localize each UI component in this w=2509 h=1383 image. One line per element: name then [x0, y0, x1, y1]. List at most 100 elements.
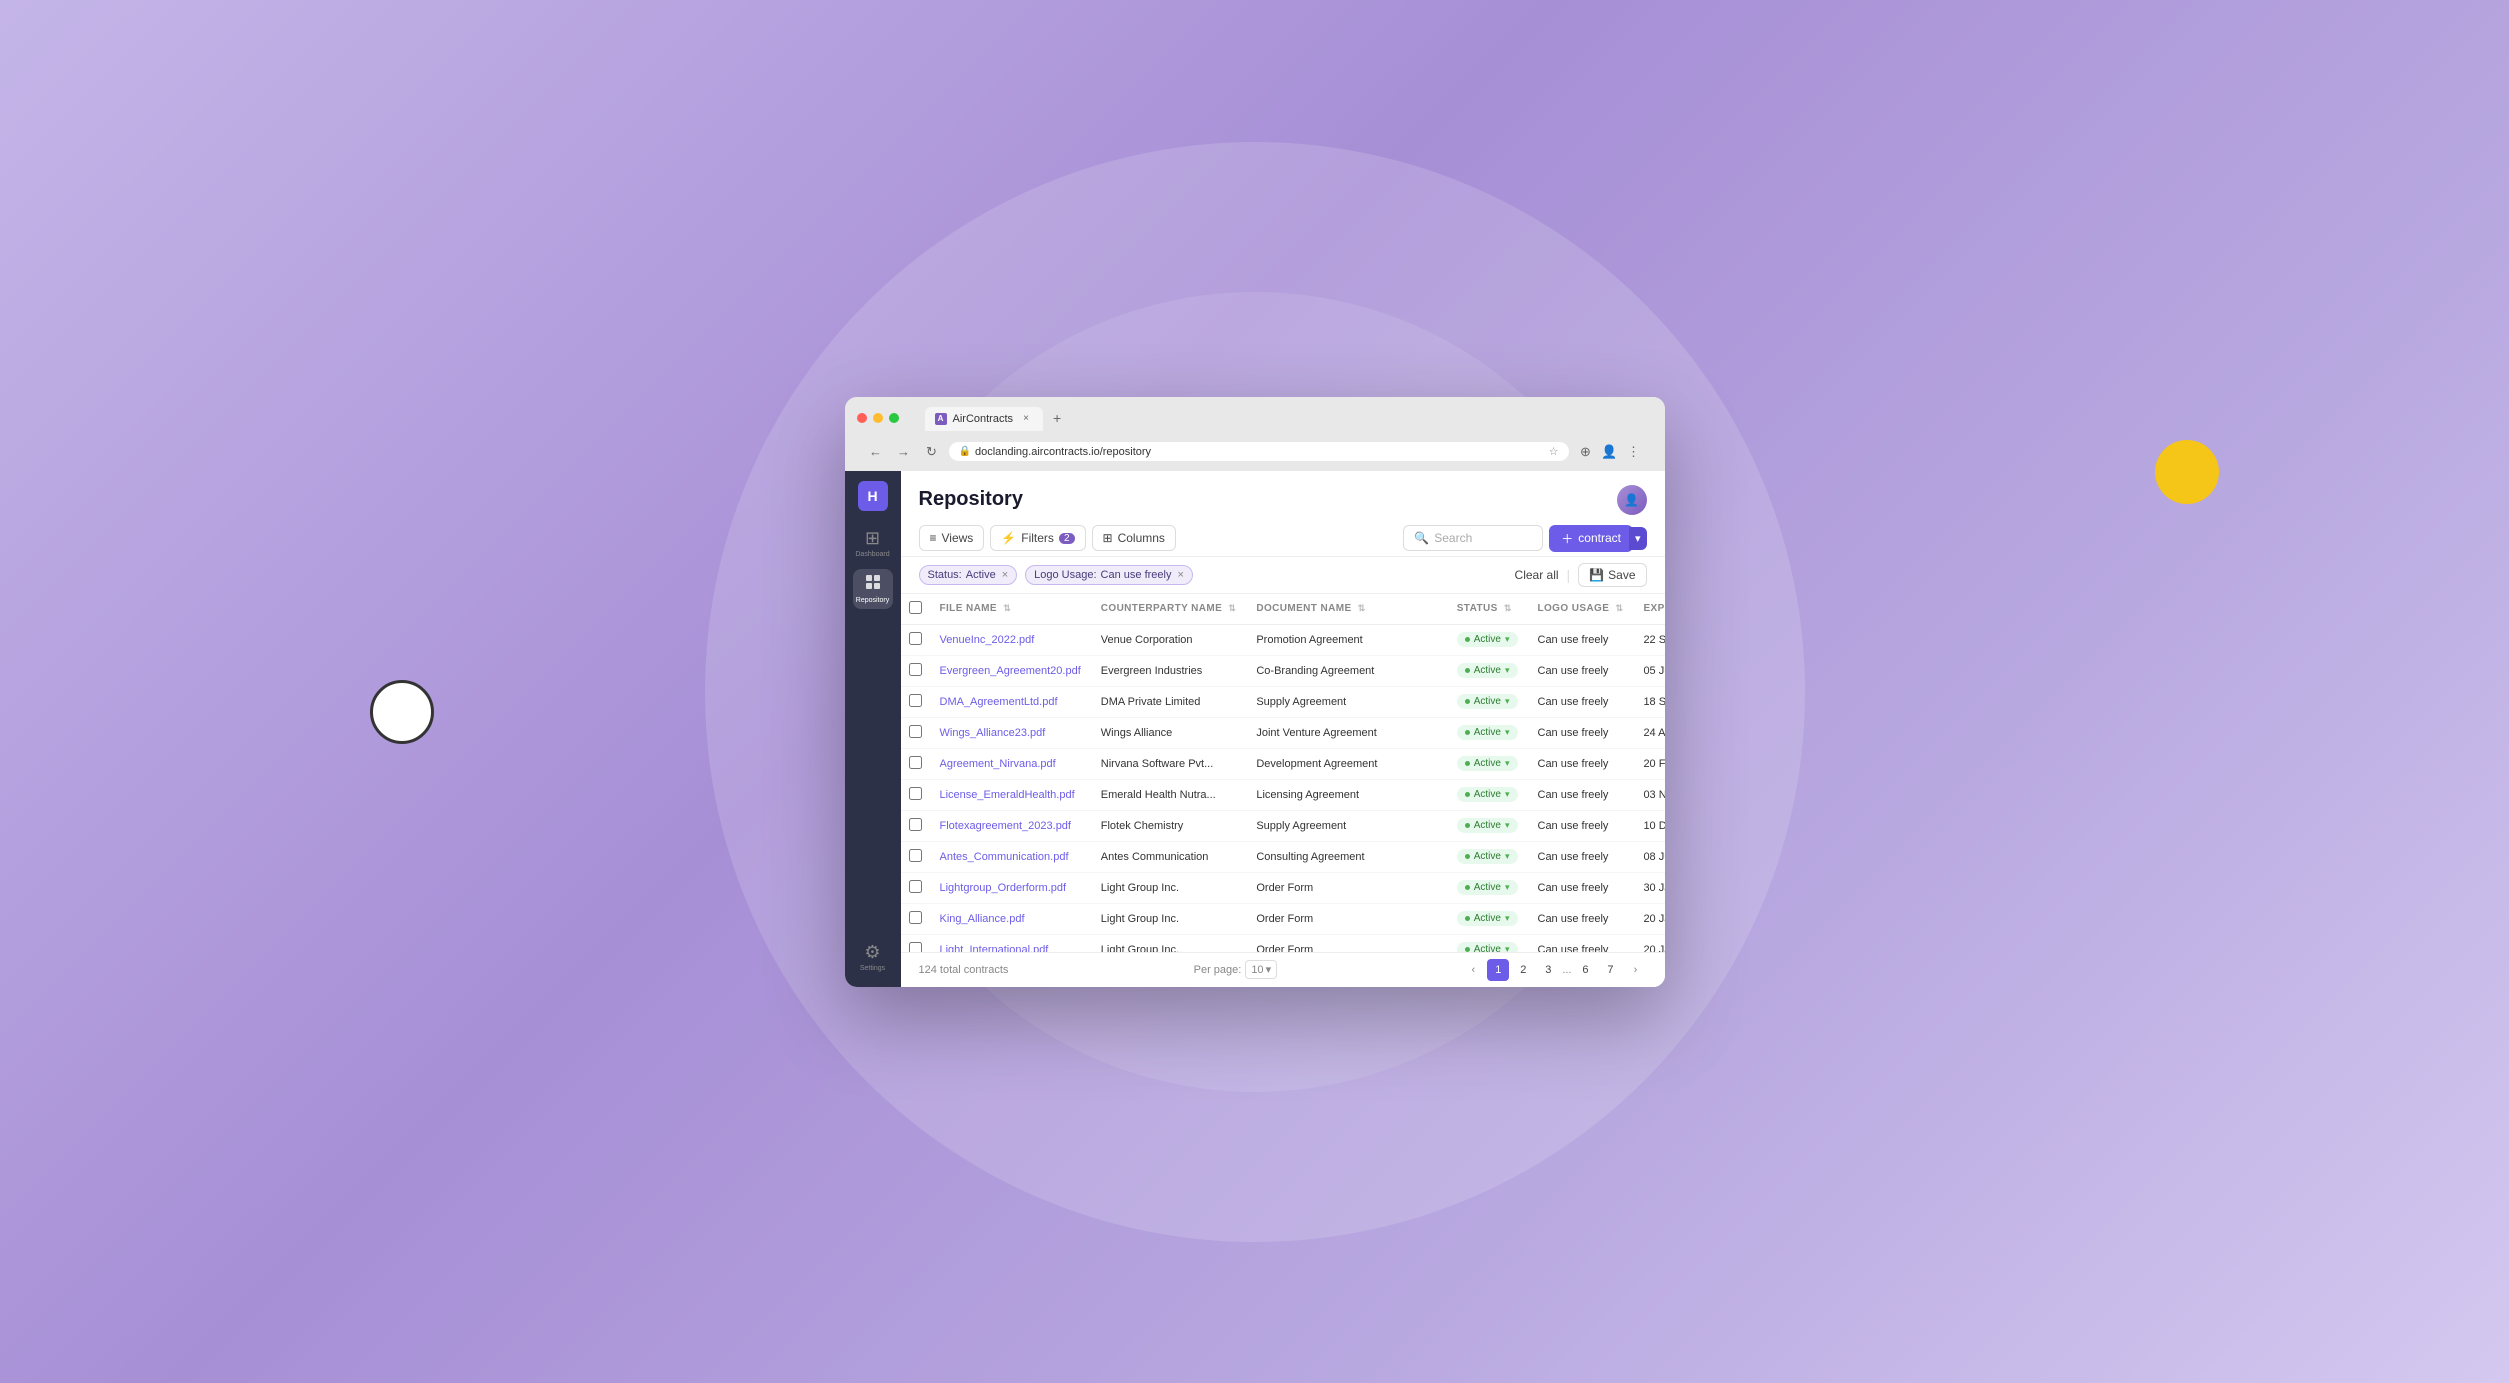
file-link-1[interactable]: Evergreen_Agreement20.pdf [940, 665, 1081, 677]
row-checkbox-0[interactable] [901, 624, 930, 655]
row-checkbox-9[interactable] [901, 903, 930, 934]
file-link-4[interactable]: Agreement_Nirvana.pdf [940, 758, 1056, 770]
next-page-btn[interactable]: › [1624, 959, 1646, 981]
col-header-logo[interactable]: LOGO USAGE ⇅ [1528, 594, 1634, 625]
row-check-3[interactable] [909, 725, 922, 738]
header-checkbox[interactable] [901, 594, 930, 625]
file-link-5[interactable]: License_EmeraldHealth.pdf [940, 789, 1075, 801]
table-container[interactable]: FILE NAME ⇅ COUNTERPARTY NAME ⇅ DOCUMENT… [901, 594, 1665, 952]
status-badge-9[interactable]: Active ▾ [1457, 911, 1518, 926]
filter-chip-logo[interactable]: Logo Usage: Can use freely × [1025, 565, 1193, 585]
browser-tab-aircontracts[interactable]: A AirContracts × [925, 407, 1044, 431]
col-header-counterparty[interactable]: COUNTERPARTY NAME ⇅ [1091, 594, 1247, 625]
nav-reload-btn[interactable]: ↻ [921, 441, 943, 463]
status-badge-2[interactable]: Active ▾ [1457, 694, 1518, 709]
clear-all-btn[interactable]: Clear all [1515, 568, 1559, 582]
add-contract-dropdown[interactable]: ▾ [1629, 527, 1647, 550]
status-badge-7[interactable]: Active ▾ [1457, 849, 1518, 864]
traffic-light-close[interactable] [857, 413, 867, 423]
status-badge-6[interactable]: Active ▾ [1457, 818, 1518, 833]
views-btn[interactable]: ≡ Views [919, 525, 985, 551]
filter-chip-status[interactable]: Status: Active × [919, 565, 1018, 585]
row-checkbox-2[interactable] [901, 686, 930, 717]
col-header-expiry[interactable]: EXPIRATION DATE ⇅ [1633, 594, 1664, 625]
file-link-2[interactable]: DMA_AgreementLtd.pdf [940, 696, 1058, 708]
file-link-8[interactable]: Lightgroup_Orderform.pdf [940, 882, 1067, 894]
file-link-7[interactable]: Antes_Communication.pdf [940, 851, 1069, 863]
sort-icon-status: ⇅ [1504, 603, 1512, 614]
traffic-light-minimize[interactable] [873, 413, 883, 423]
status-badge-4[interactable]: Active ▾ [1457, 756, 1518, 771]
status-badge-10[interactable]: Active ▾ [1457, 942, 1518, 952]
sidebar-item-dashboard[interactable]: ⊞ Dashboard [853, 523, 893, 563]
row-checkbox-8[interactable] [901, 872, 930, 903]
page-btn-2[interactable]: 2 [1512, 959, 1534, 981]
row-check-2[interactable] [909, 694, 922, 707]
row-check-6[interactable] [909, 818, 922, 831]
row-check-7[interactable] [909, 849, 922, 862]
row-check-10[interactable] [909, 942, 922, 952]
nav-forward-btn[interactable]: → [893, 441, 915, 463]
sidebar-logo[interactable]: H [858, 481, 888, 511]
row-checkbox-1[interactable] [901, 655, 930, 686]
file-link-9[interactable]: King_Alliance.pdf [940, 913, 1025, 925]
row-check-9[interactable] [909, 911, 922, 924]
header-row: FILE NAME ⇅ COUNTERPARTY NAME ⇅ DOCUMENT… [901, 594, 1665, 625]
row-checkbox-6[interactable] [901, 810, 930, 841]
select-all-checkbox[interactable] [909, 601, 922, 614]
status-badge-3[interactable]: Active ▾ [1457, 725, 1518, 740]
file-link-10[interactable]: Light_International.pdf [940, 944, 1049, 952]
tab-close-btn[interactable]: × [1019, 412, 1033, 426]
filter-status-remove[interactable]: × [1002, 569, 1008, 581]
row-checkbox-3[interactable] [901, 717, 930, 748]
more-icon[interactable]: ⋮ [1623, 441, 1645, 463]
status-badge-1[interactable]: Active ▾ [1457, 663, 1518, 678]
status-badge-5[interactable]: Active ▾ [1457, 787, 1518, 802]
new-tab-btn[interactable]: + [1045, 405, 1069, 431]
nav-back-btn[interactable]: ← [865, 441, 887, 463]
col-header-status[interactable]: STATUS ⇅ [1447, 594, 1528, 625]
sidebar-item-repository[interactable]: Repository [853, 569, 893, 609]
col-header-file-name[interactable]: FILE NAME ⇅ [930, 594, 1091, 625]
traffic-light-fullscreen[interactable] [889, 413, 899, 423]
row-check-4[interactable] [909, 756, 922, 769]
row-checkbox-10[interactable] [901, 934, 930, 952]
file-link-3[interactable]: Wings_Alliance23.pdf [940, 727, 1046, 739]
filter-logo-value: Can use freely [1101, 569, 1172, 581]
status-badge-8[interactable]: Active ▾ [1457, 880, 1518, 895]
row-check-5[interactable] [909, 787, 922, 800]
search-box[interactable]: 🔍 Search [1403, 525, 1543, 551]
bookmark-icon[interactable]: ☆ [1549, 445, 1559, 458]
row-checkbox-4[interactable] [901, 748, 930, 779]
user-avatar[interactable]: 👤 [1617, 485, 1647, 515]
extensions-icon[interactable]: ⊕ [1575, 441, 1597, 463]
row-checkbox-5[interactable] [901, 779, 930, 810]
profile-icon[interactable]: 👤 [1599, 441, 1621, 463]
row-check-0[interactable] [909, 632, 922, 645]
per-page-label: Per page: [1194, 964, 1242, 976]
row-check-1[interactable] [909, 663, 922, 676]
columns-btn[interactable]: ⊞ Columns [1092, 525, 1176, 551]
prev-page-btn[interactable]: ‹ [1462, 959, 1484, 981]
status-badge-0[interactable]: Active ▾ [1457, 632, 1518, 647]
col-header-document[interactable]: DOCUMENT NAME ⇅ [1246, 594, 1446, 625]
page-btn-3[interactable]: 3 [1537, 959, 1559, 981]
page-btn-1[interactable]: 1 [1487, 959, 1509, 981]
filters-count: 2 [1059, 533, 1075, 544]
table-body: VenueInc_2022.pdf Venue Corporation Prom… [901, 624, 1665, 952]
address-bar[interactable]: 🔒 doclanding.aircontracts.io/repository … [949, 442, 1569, 461]
page-btn-6[interactable]: 6 [1574, 959, 1596, 981]
file-link-0[interactable]: VenueInc_2022.pdf [940, 634, 1035, 646]
file-link-6[interactable]: Flotexagreement_2023.pdf [940, 820, 1071, 832]
per-page-select[interactable]: 10 ▾ [1245, 960, 1277, 979]
save-btn[interactable]: 💾 Save [1578, 563, 1646, 587]
sidebar-item-settings[interactable]: ⚙ Settings [853, 937, 893, 977]
add-contract-btn[interactable]: ＋ contract [1549, 525, 1633, 552]
status-chevron-7: ▾ [1505, 851, 1510, 862]
save-label: Save [1608, 568, 1635, 582]
filter-logo-remove[interactable]: × [1177, 569, 1183, 581]
row-checkbox-7[interactable] [901, 841, 930, 872]
page-btn-7[interactable]: 7 [1599, 959, 1621, 981]
filters-btn[interactable]: ⚡ Filters 2 [990, 525, 1085, 551]
row-check-8[interactable] [909, 880, 922, 893]
